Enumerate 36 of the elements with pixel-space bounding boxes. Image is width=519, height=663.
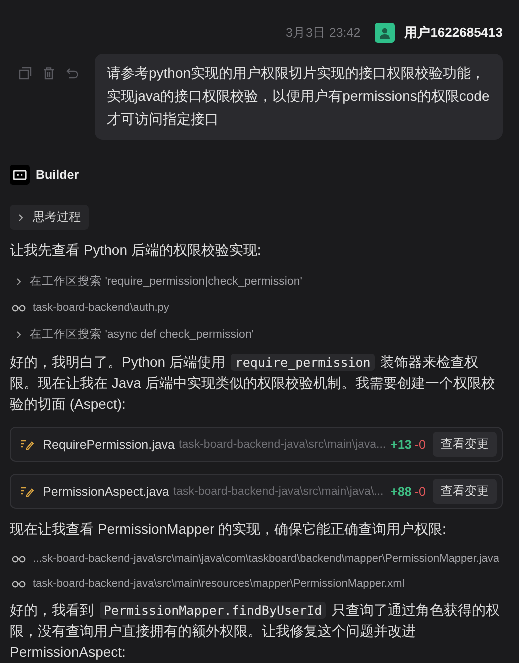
glasses-icon xyxy=(12,304,26,312)
copy-icon xyxy=(19,67,32,80)
chevron-icon xyxy=(16,278,22,286)
user-name: 用户1622685413 xyxy=(404,24,503,42)
file-path: task-board-backend-java\src\main\java\... xyxy=(173,486,385,498)
view-changes-button[interactable]: 查看变更 xyxy=(433,432,497,457)
glasses-icon xyxy=(12,580,26,588)
view-changes-button[interactable]: 查看变更 xyxy=(433,479,497,504)
thinking-toggle[interactable]: 思考过程 xyxy=(10,205,89,230)
removed-count: -0 xyxy=(414,484,426,498)
message-paragraph: 让我先查看 Python 后端的权限校验实现: xyxy=(10,241,262,260)
search-step[interactable]: 在工作区搜索 'async def check_permission' xyxy=(30,327,254,342)
undo-icon xyxy=(66,68,79,80)
added-count: +88 xyxy=(390,484,412,498)
file-path-link[interactable]: task-board-backend-java\src\main\resources\mapper\PermissionMapper.xml xyxy=(33,578,405,590)
screen-icon xyxy=(13,170,27,180)
assistant-name: Builder xyxy=(36,168,80,182)
message-paragraph: 好的，我明白了。Python 后端使用 require_permission 装饰器来检查权限。现在让我在 Java 后端中实现类似的权限校验机制。我需要创建一个权限校验的切面 (Aspect): xyxy=(10,353,496,414)
glasses-icon xyxy=(12,556,26,562)
chevron-icon xyxy=(16,330,22,338)
message-bubble: 请参考python实现的用户权限切片实现的接口权限校验功能，实现java的接口权限校验，以便用户有permissions的权限code才可访问指定接口 xyxy=(95,54,503,140)
file-path-link[interactable]: ...sk-board-backend-java\src\main\java\com\taskboard\backend\mapper\PermissionMapper.java xyxy=(33,553,500,565)
search-step[interactable]: 在工作区搜索 'require_permission|check_permission' xyxy=(30,274,302,289)
removed-count: -0 xyxy=(414,438,426,452)
trash-icon xyxy=(43,67,55,80)
file-path-link[interactable]: task-board-backend\auth.py xyxy=(33,302,170,314)
pencil-lines-icon xyxy=(20,486,34,497)
timestamp: 3月3日 23:42 xyxy=(286,24,361,42)
message-paragraph: 好的，我看到 PermissionMapper.findByUserId 只查询了通过角色获得的权限，没有查询用户直接拥有的额外权限。让我修复这个问题并改进 PermissionAspect: xyxy=(10,601,502,662)
message-paragraph: 现在让我查看 PermissionMapper 的实现，确保它能正确查询用户权限: xyxy=(10,520,448,539)
pencil-lines-icon xyxy=(20,439,34,450)
file-name: PermissionAspect.java xyxy=(43,484,170,498)
chevron-icon xyxy=(18,214,24,222)
added-count: +13 xyxy=(390,438,412,452)
file-name: RequirePermission.java xyxy=(43,438,176,452)
user-silhouette-icon xyxy=(378,27,391,39)
